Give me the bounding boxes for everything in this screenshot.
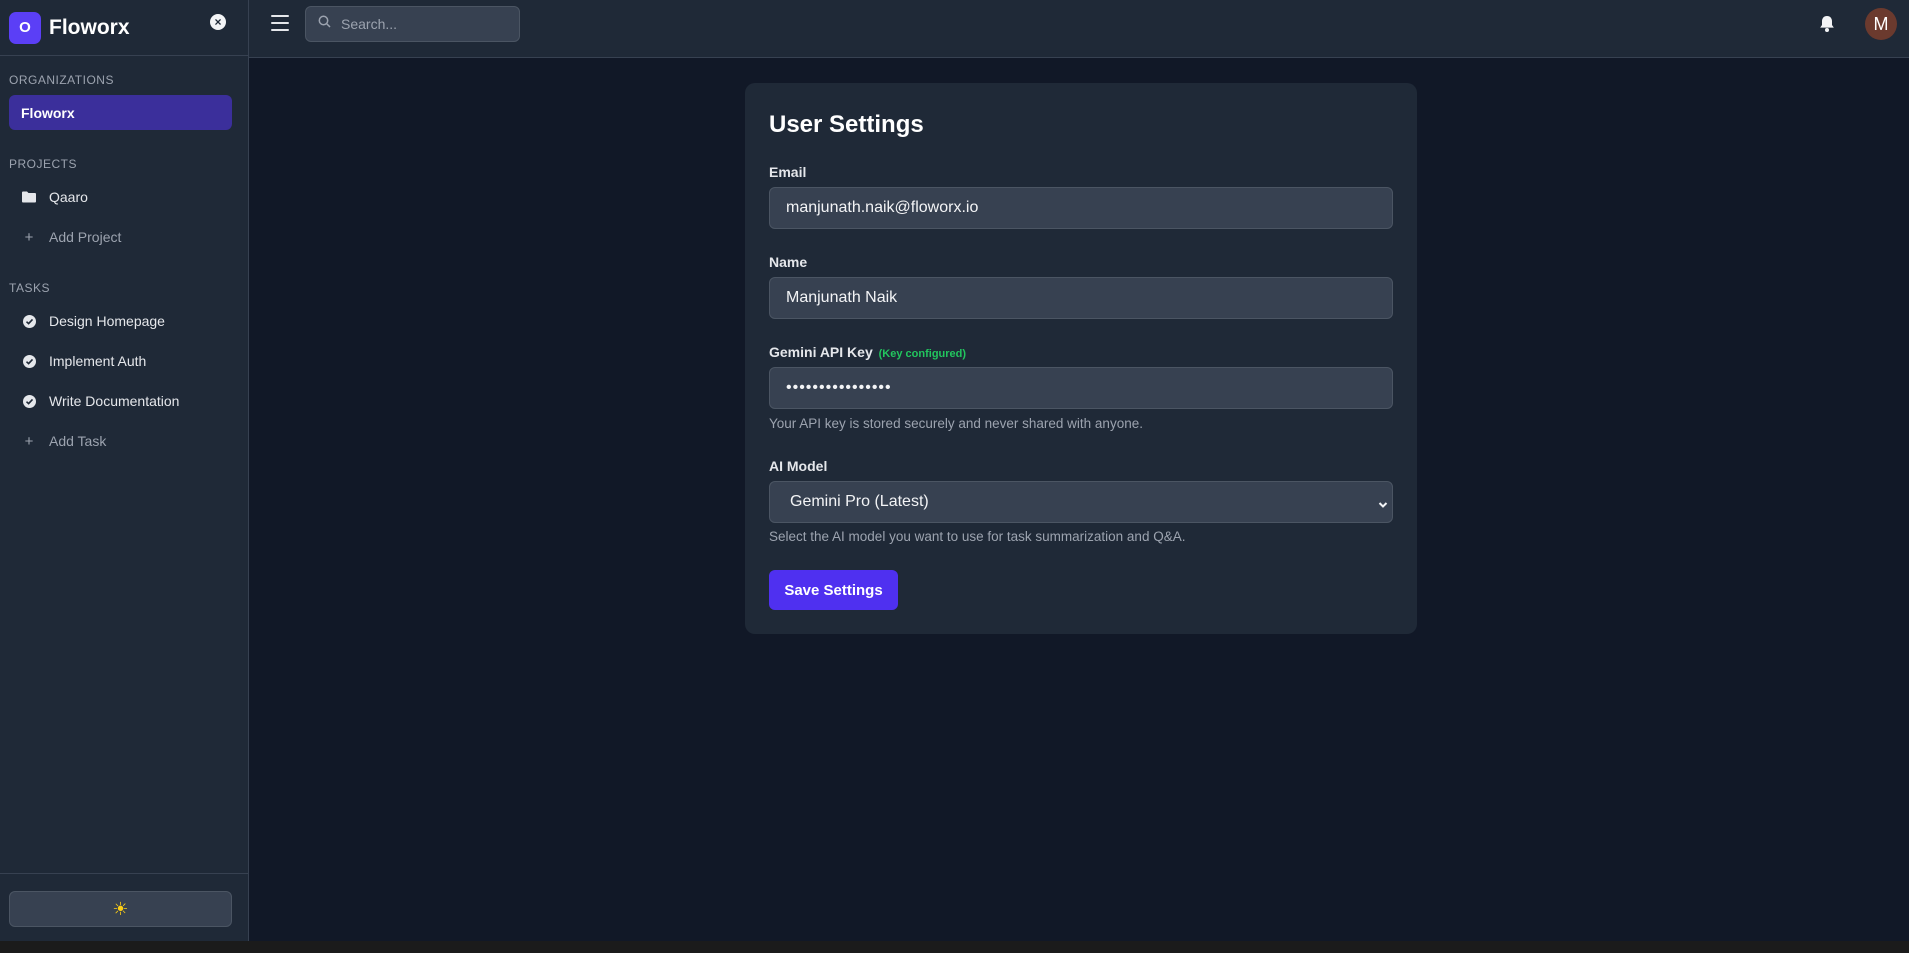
- name-value: Manjunath Naik: [786, 289, 898, 306]
- sidebar-item-label: Write Documentation: [49, 393, 180, 409]
- email-value: manjunath.naik@floworx.io: [786, 199, 979, 216]
- sidebar-item-label: Floworx: [21, 104, 75, 121]
- projects-heading: PROJECTS: [9, 157, 78, 171]
- ai-model-help-text: Select the AI model you want to use for …: [769, 529, 1186, 544]
- name-label: Name: [769, 254, 808, 270]
- save-settings-button[interactable]: Save Settings: [769, 570, 898, 610]
- sidebar-header: O Floworx ×: [0, 0, 248, 56]
- sidebar: O Floworx × ORGANIZATIONS Floworx PROJEC…: [0, 0, 249, 941]
- add-task-label: Add Task: [49, 433, 107, 449]
- sun-icon: ☀: [112, 898, 129, 919]
- api-key-status-badge: (Key configured): [878, 348, 967, 360]
- email-label: Email: [769, 164, 807, 180]
- sidebar-item-organization[interactable]: Floworx: [9, 95, 232, 130]
- plus-icon: +: [24, 432, 34, 450]
- sidebar-footer: ☀: [0, 873, 248, 941]
- sidebar-item-task[interactable]: Design Homepage: [9, 304, 232, 338]
- ai-model-selected-value: Gemini Pro (Latest): [790, 493, 929, 510]
- api-key-field[interactable]: ••••••••••••••••: [769, 367, 1393, 409]
- chevron-down-icon: [1378, 497, 1388, 508]
- os-taskbar: [0, 941, 1909, 953]
- organizations-heading: ORGANIZATIONS: [9, 73, 114, 87]
- add-project-label: Add Project: [49, 229, 122, 245]
- page-title: User Settings: [769, 111, 924, 138]
- sidebar-item-label: Implement Auth: [49, 353, 147, 369]
- theme-toggle-button[interactable]: ☀: [9, 891, 232, 927]
- tasks-heading: TASKS: [9, 281, 50, 295]
- sidebar-item-label: Design Homepage: [49, 313, 165, 329]
- check-circle-icon: [21, 314, 37, 328]
- api-key-masked-value: ••••••••••••••••: [786, 379, 892, 396]
- ai-model-label: AI Model: [769, 458, 828, 474]
- sidebar-item-task[interactable]: Write Documentation: [9, 384, 232, 418]
- search-box[interactable]: [305, 6, 520, 42]
- topbar: M: [249, 0, 1909, 58]
- ai-model-select[interactable]: Gemini Pro (Latest): [769, 481, 1393, 523]
- search-input[interactable]: [341, 16, 511, 32]
- check-circle-icon: [21, 354, 37, 368]
- folder-icon: [21, 191, 37, 203]
- sidebar-item-label: Qaaro: [49, 189, 88, 205]
- user-settings-card: User Settings Email manjunath.naik@flowo…: [745, 83, 1417, 634]
- sidebar-item-project[interactable]: Qaaro: [9, 180, 232, 214]
- api-key-help-text: Your API key is stored securely and neve…: [769, 416, 1143, 431]
- search-icon: [318, 15, 331, 33]
- menu-icon[interactable]: [271, 15, 289, 31]
- check-circle-icon: [21, 394, 37, 408]
- add-task-button[interactable]: + Add Task: [9, 424, 232, 458]
- plus-icon: +: [24, 228, 34, 246]
- app-name: Floworx: [49, 15, 130, 39]
- app-logo: O: [9, 11, 41, 44]
- bell-icon[interactable]: [1819, 15, 1835, 33]
- email-field[interactable]: manjunath.naik@floworx.io: [769, 187, 1393, 229]
- avatar[interactable]: M: [1865, 8, 1897, 40]
- api-key-label: Gemini API Key: [769, 344, 873, 360]
- add-project-button[interactable]: + Add Project: [9, 220, 232, 254]
- app-root: O Floworx × ORGANIZATIONS Floworx PROJEC…: [0, 0, 1909, 953]
- api-key-label-row: Gemini API Key (Key configured): [769, 344, 966, 360]
- sidebar-item-task[interactable]: Implement Auth: [9, 344, 232, 378]
- name-field[interactable]: Manjunath Naik: [769, 277, 1393, 319]
- close-sidebar-icon[interactable]: ×: [210, 14, 226, 30]
